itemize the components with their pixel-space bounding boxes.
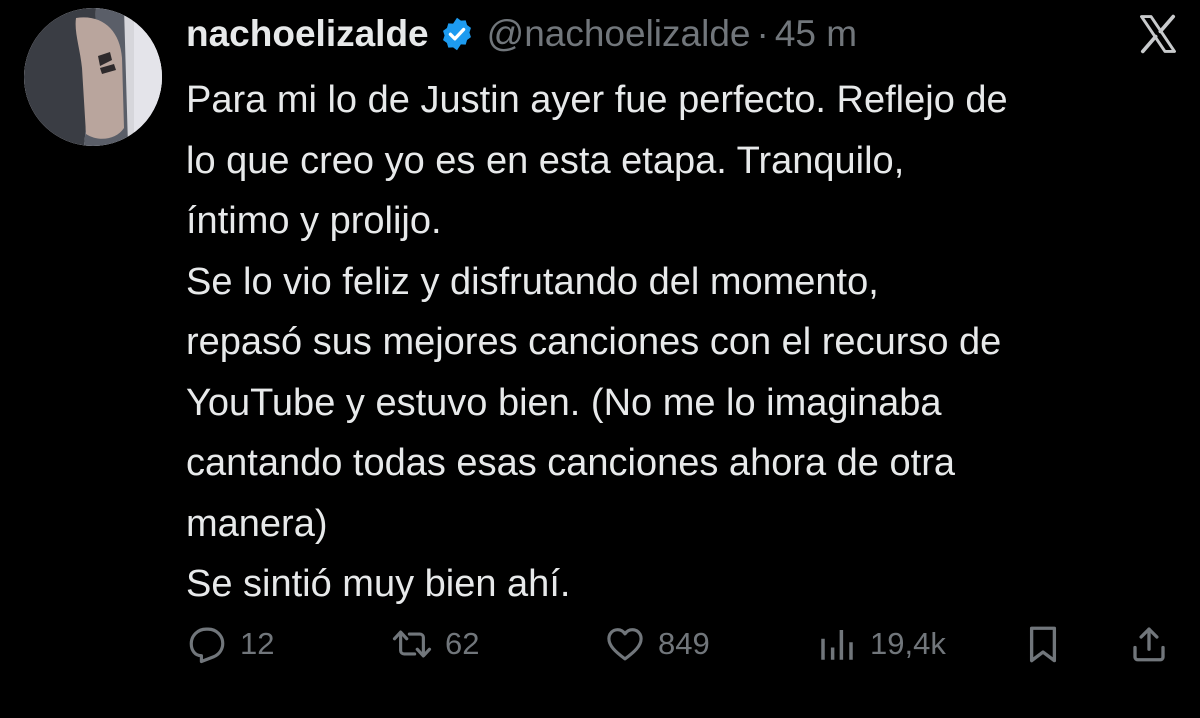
tweet-header: nachoelizalde @nachoelizalde · 45 m: [186, 6, 1180, 62]
tweet-text-line: Para mi lo de Justin ayer fue perfecto. …: [186, 79, 1008, 121]
reply-button[interactable]: 12: [186, 616, 274, 672]
retweet-icon: [391, 623, 433, 665]
views-button[interactable]: 19,4k: [816, 616, 946, 672]
bookmark-button[interactable]: [1022, 616, 1064, 672]
tweet-text-line: manera): [186, 502, 328, 545]
retweet-button[interactable]: 62: [391, 616, 479, 672]
share-button[interactable]: [1128, 616, 1170, 672]
tweet-text-line: cantando todas esas canciones ahora de o…: [186, 442, 955, 484]
display-name[interactable]: nachoelizalde: [186, 13, 429, 55]
heart-icon: [604, 623, 646, 665]
tweet-text-line: lo que creo yo es en esta etapa. Tranqui…: [186, 139, 905, 182]
tweet-text-line: Se sintió muy bien ahí.: [186, 563, 571, 605]
handle[interactable]: @nachoelizalde: [487, 13, 751, 55]
avatar[interactable]: [24, 8, 162, 146]
x-logo-icon: [1136, 12, 1180, 56]
tweet-text-line: repasó sus mejores canciones con el recu…: [186, 321, 1002, 363]
like-count: 849: [658, 626, 710, 661]
tweet-text-line: Se lo vio feliz y disfrutando del moment…: [186, 260, 879, 303]
bookmark-icon: [1022, 623, 1064, 665]
action-bar: 12 62 849 19,4k: [186, 616, 1176, 672]
like-button[interactable]: 849: [604, 616, 710, 672]
reply-icon: [186, 623, 228, 665]
share-icon: [1128, 623, 1170, 665]
reply-count: 12: [240, 626, 275, 661]
tweet-text-line: íntimo y prolijo.: [186, 200, 442, 242]
views-icon: [816, 623, 858, 665]
timestamp[interactable]: 45 m: [775, 13, 857, 55]
views-count: 19,4k: [870, 626, 946, 661]
tweet-text-line: YouTube y estuvo bien. (No me lo imagina…: [186, 381, 942, 424]
separator-dot: ·: [756, 13, 769, 54]
verified-badge-icon: [439, 16, 475, 52]
tweet-text: Para mi lo de Justin ayer fue perfecto. …: [186, 70, 1186, 615]
retweet-count: 62: [445, 626, 480, 661]
